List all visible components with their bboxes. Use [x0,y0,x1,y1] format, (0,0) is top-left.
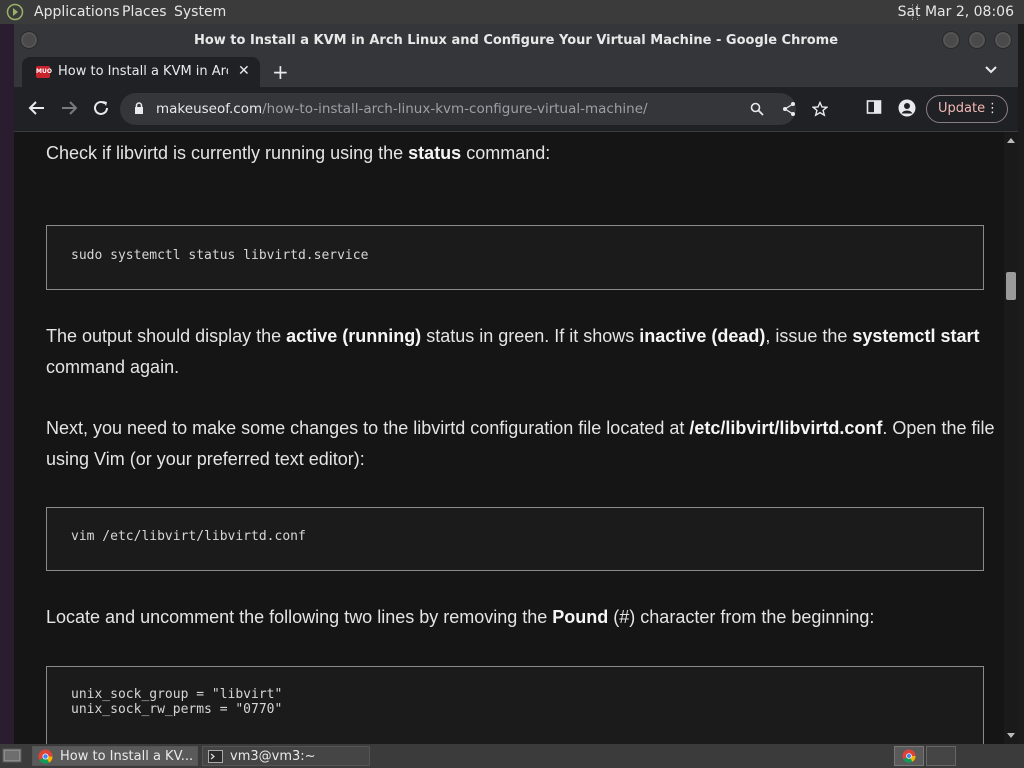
text-run: (#) character from the beginning: [608,607,875,627]
code-text[interactable]: vim /etc/libvirt/libvirtd.conf [71,529,306,544]
reload-icon[interactable] [92,99,110,117]
workspace-2[interactable] [926,746,956,766]
update-button[interactable]: Update ⋮ [926,95,1008,123]
taskbar-label: How to Install a KV... [60,749,194,764]
profile-avatar-icon[interactable] [898,99,916,117]
bold-run: Pound [552,607,609,627]
paragraph-config-file: Next, you need to make some changes to t… [46,413,996,475]
show-desktop-icon[interactable] [2,747,22,765]
code-block-status[interactable]: sudo systemctl status libvirtd.service [46,225,984,290]
window-title: How to Install a KVM in Arch Linux and C… [193,33,839,48]
taskbar-label: vm3@vm3:~ [230,749,316,764]
code-text-line-2[interactable]: unix_sock_rw_perms = "0770" [71,702,282,717]
url-text[interactable]: makeuseof.com/how-to-install-arch-linux-… [156,101,648,117]
chrome-icon [902,749,916,763]
text-run: status in green. If it shows [421,326,640,346]
text-run: command: [461,143,551,163]
text-run: The output should display the [46,326,287,346]
taskbar-item-chrome[interactable]: How to Install a KV... [32,746,198,766]
taskbar-item-terminal[interactable]: vm3@vm3:~ [202,746,370,766]
scroll-up-arrow-icon[interactable] [1007,138,1015,143]
tab-search-chevron-icon[interactable] [984,62,998,76]
paragraph-uncomment: Locate and uncomment the following two l… [46,602,996,633]
zoom-search-icon[interactable] [750,102,764,116]
forward-arrow-icon[interactable] [60,99,78,117]
address-bar[interactable]: makeuseof.com/how-to-install-arch-linux-… [120,93,828,125]
scrollbar-thumb[interactable] [1006,272,1016,300]
bottom-taskbar: How to Install a KV... vm3@vm3:~ [0,744,1024,768]
scroll-down-arrow-icon[interactable] [1007,733,1015,738]
bold-run: /etc/libvirt/libvirtd.conf [689,418,883,438]
close-window-button[interactable] [994,31,1012,49]
tab-title: How to Install a KVM in Arch L [58,64,228,79]
gnome-foot-icon[interactable] [6,3,24,21]
menu-places[interactable]: Places [122,4,167,20]
clock[interactable]: Sat Mar 2, 08:06 [898,4,1014,20]
menu-applications[interactable]: Applications [34,4,120,20]
workspace-switcher[interactable] [894,746,924,766]
browser-toolbar: makeuseof.com/how-to-install-arch-linux-… [14,87,1018,132]
code-block-unix-sock[interactable]: unix_sock_group = "libvirt" unix_sock_rw… [46,666,984,744]
update-label: Update [938,101,986,116]
vertical-scrollbar[interactable] [1004,132,1018,744]
side-panel-icon[interactable] [866,99,882,115]
url-domain: makeuseof.com [156,101,263,117]
back-arrow-icon[interactable] [28,99,46,117]
paragraph-check-libvirtd: Check if libvirtd is currently running u… [46,138,996,169]
code-block-vim[interactable]: vim /etc/libvirt/libvirtd.conf [46,507,984,571]
bookmark-star-icon[interactable] [812,101,828,117]
bold-run: inactive (dead) [639,326,766,346]
tab-active[interactable]: MUO How to Install a KVM in Arch L ✕ [22,57,260,87]
code-text-line-1[interactable]: unix_sock_group = "libvirt" [71,687,282,702]
url-path: /how-to-install-arch-linux-kvm-configure… [262,101,648,117]
text-run: Check if libvirtd is currently running u… [46,143,409,163]
text-run: Locate and uncomment the following two l… [46,607,553,627]
text-run: Next, you need to make some changes to t… [46,418,690,438]
browser-window: How to Install a KVM in Arch Linux and C… [14,24,1018,744]
code-text[interactable]: sudo systemctl status libvirtd.service [71,248,368,263]
window-titlebar[interactable]: How to Install a KVM in Arch Linux and C… [14,24,1018,57]
minimize-button[interactable] [942,31,960,49]
share-icon[interactable] [782,101,796,117]
muo-favicon-icon: MUO [36,66,52,78]
bold-run: systemctl start [852,326,980,346]
page-content: Check if libvirtd is currently running u… [14,132,1004,744]
lock-icon[interactable] [134,102,144,115]
text-run: , issue the [765,326,853,346]
tab-strip: MUO How to Install a KVM in Arch L ✕ + [14,57,1018,87]
paragraph-output-status: The output should display the active (ru… [46,321,996,383]
kebab-menu-icon[interactable]: ⋮ [986,101,999,116]
text-run: command again. [46,357,180,377]
tab-close-icon[interactable]: ✕ [238,63,250,79]
new-tab-button[interactable]: + [272,60,289,84]
chrome-icon [38,749,53,764]
bold-run: active (running) [286,326,422,346]
bold-run: status [408,143,462,163]
maximize-button[interactable] [968,31,986,49]
desktop-background [0,24,14,744]
terminal-icon [208,750,223,763]
menu-system[interactable]: System [174,4,226,20]
top-panel: Applications Places System Sat Mar 2, 08… [0,0,1024,24]
